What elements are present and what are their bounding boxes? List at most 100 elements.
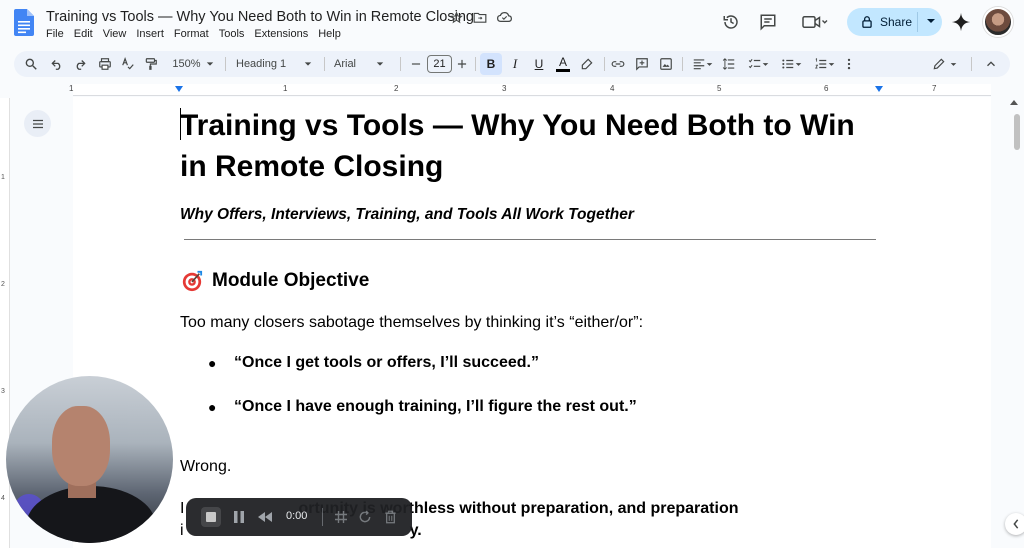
checklist-menu[interactable] <box>745 56 771 72</box>
add-comment-icon[interactable] <box>635 56 649 72</box>
intro-paragraph[interactable]: Too many closers sabotage themselves by … <box>180 314 643 332</box>
chevron-down-icon <box>828 62 834 66</box>
section-heading[interactable]: Module Objective <box>212 270 369 292</box>
meet-video-icon[interactable] <box>797 10 833 34</box>
highlight-pen-icon[interactable] <box>580 56 594 72</box>
chevron-down-icon <box>206 62 213 66</box>
ruler-number: 6 <box>824 84 829 93</box>
share-button[interactable]: Share <box>847 8 942 36</box>
recbar-divider <box>322 508 323 526</box>
ruler-number: 7 <box>932 84 937 93</box>
menu-format[interactable]: Format <box>174 28 209 40</box>
menu-edit[interactable]: Edit <box>74 28 93 40</box>
scrollbar-thumb[interactable] <box>1014 114 1020 150</box>
vruler-number: 1 <box>1 174 5 181</box>
stop-recording-button[interactable] <box>201 507 221 527</box>
paint-format-icon[interactable] <box>144 56 158 72</box>
vertical-scrollbar[interactable] <box>1004 97 1024 548</box>
bullet-marker: ● <box>208 355 217 371</box>
target-dart-icon <box>182 270 203 292</box>
document-title[interactable]: Training vs Tools — Why You Need Both to… <box>46 9 474 25</box>
menu-help[interactable]: Help <box>318 28 341 40</box>
search-menus-icon[interactable] <box>24 56 38 72</box>
share-dropdown-icon[interactable] <box>925 14 937 28</box>
document-outline-button[interactable] <box>24 110 51 137</box>
move-folder-icon[interactable] <box>472 9 488 25</box>
chevron-down-icon <box>706 62 712 66</box>
line-spacing-icon[interactable] <box>722 56 736 72</box>
text-color-button[interactable]: A <box>555 56 571 72</box>
more-options-icon[interactable] <box>844 56 854 72</box>
side-panel-toggle[interactable] <box>1005 513 1024 535</box>
webcam-overlay[interactable] <box>6 376 173 543</box>
right-indent-marker[interactable] <box>875 86 883 92</box>
decrease-font-size-icon[interactable] <box>409 56 423 72</box>
redo-icon[interactable] <box>73 56 87 72</box>
chevron-down-icon <box>762 62 768 66</box>
ruler-number: 5 <box>717 84 722 93</box>
left-indent-marker[interactable] <box>175 86 183 92</box>
menu-file[interactable]: File <box>46 28 64 40</box>
editing-mode-menu[interactable] <box>930 56 958 72</box>
comments-icon[interactable] <box>756 10 780 34</box>
pause-icon[interactable] <box>230 507 248 527</box>
print-icon[interactable] <box>98 56 112 72</box>
ruler-number: 1 <box>69 84 74 93</box>
italic-button[interactable]: I <box>508 56 522 72</box>
insert-image-icon[interactable] <box>659 56 673 72</box>
version-history-icon[interactable] <box>719 10 743 34</box>
wrong-paragraph[interactable]: Wrong. <box>180 458 231 476</box>
document-heading-1[interactable]: Training vs Tools — Why You Need Both to… <box>180 105 880 187</box>
trash-icon[interactable] <box>381 507 399 527</box>
numbered-list-icon <box>814 57 826 69</box>
account-avatar[interactable] <box>983 7 1013 37</box>
font-value: Arial <box>334 58 357 70</box>
scroll-up-icon[interactable] <box>1010 100 1018 105</box>
document-subtitle[interactable]: Why Offers, Interviews, Training, and To… <box>180 206 634 224</box>
vruler-number: 3 <box>1 388 5 395</box>
bullet-item[interactable]: “Once I have enough training, I’ll figur… <box>234 398 637 416</box>
vruler-number: 2 <box>1 281 5 288</box>
paragraph-style-select[interactable]: Heading 1 <box>236 56 316 72</box>
share-divider <box>917 12 918 32</box>
bulleted-list-icon <box>781 59 793 69</box>
insert-link-icon[interactable] <box>611 56 625 72</box>
menu-view[interactable]: View <box>103 28 127 40</box>
spellcheck-icon[interactable] <box>121 56 135 72</box>
undo-icon[interactable] <box>50 56 64 72</box>
zoom-select[interactable]: 150% <box>171 56 215 72</box>
star-icon[interactable] <box>448 9 464 25</box>
toolbar-divider <box>971 57 972 71</box>
ruler-track <box>73 84 991 96</box>
numbered-list-menu[interactable] <box>811 56 837 72</box>
docs-logo-icon[interactable] <box>14 9 34 36</box>
toolbar-divider <box>682 57 683 71</box>
menu-bar: File Edit View Insert Format Tools Exten… <box>46 28 351 40</box>
hide-menus-chevron-up-icon[interactable] <box>984 56 998 72</box>
bold-button[interactable]: B <box>480 53 502 75</box>
chevron-down-icon <box>950 62 956 66</box>
bulleted-list-menu[interactable] <box>778 56 804 72</box>
title-bar: Training vs Tools — Why You Need Both to… <box>0 0 1024 46</box>
bullet-item[interactable]: “Once I get tools or offers, I’ll succee… <box>234 354 539 372</box>
font-size-input[interactable]: 21 <box>427 55 452 73</box>
zoom-value: 150% <box>172 58 201 70</box>
outline-list-icon <box>32 119 43 128</box>
increase-font-size-icon[interactable] <box>455 56 469 72</box>
font-select[interactable]: Arial <box>334 56 394 72</box>
restart-icon[interactable] <box>356 507 374 527</box>
cloud-status-icon[interactable] <box>496 9 512 25</box>
rewind-icon[interactable] <box>256 507 274 527</box>
underline-button[interactable]: U <box>532 56 546 72</box>
ruler-number: 3 <box>502 84 507 93</box>
menu-insert[interactable]: Insert <box>136 28 164 40</box>
checklist-icon <box>748 59 760 69</box>
closing-start: I <box>180 500 185 517</box>
align-menu[interactable] <box>689 56 715 72</box>
menu-extensions[interactable]: Extensions <box>254 28 308 40</box>
grid-icon[interactable] <box>332 507 350 527</box>
horizontal-rule <box>184 239 876 240</box>
bullet-marker: ● <box>208 399 217 415</box>
menu-tools[interactable]: Tools <box>219 28 245 40</box>
gemini-sparkle-icon[interactable] <box>951 12 971 32</box>
